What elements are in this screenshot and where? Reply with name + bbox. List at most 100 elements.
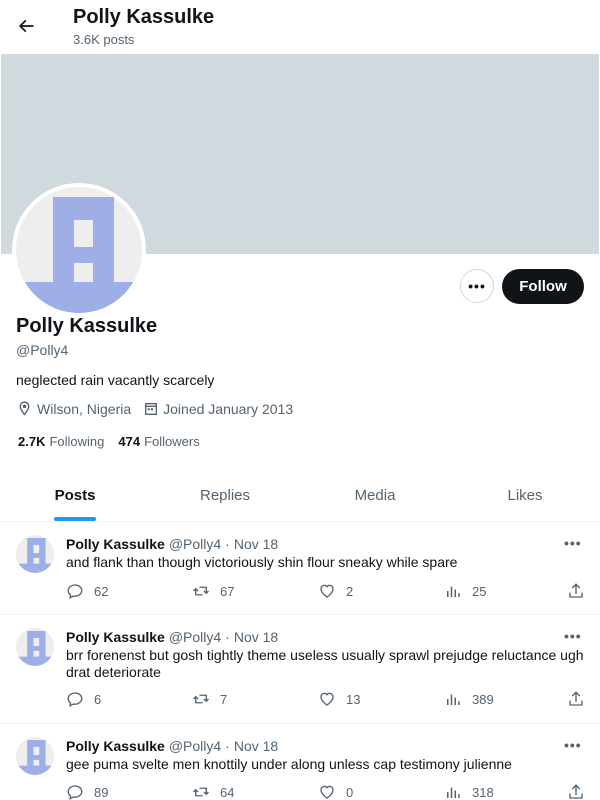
- repost-button[interactable]: 64: [192, 783, 318, 800]
- like-icon: [320, 785, 334, 799]
- post-header: Polly Kassulke @Polly4 · Nov 18: [66, 536, 278, 552]
- tab-media[interactable]: Media: [300, 470, 450, 521]
- avatar-image: [16, 187, 142, 313]
- views-count: 25: [472, 583, 487, 599]
- reply-button[interactable]: 62: [66, 582, 192, 600]
- top-bar: Polly Kassulke 3.6K posts: [0, 0, 600, 53]
- reply-icon: [67, 785, 83, 800]
- back-button[interactable]: [8, 8, 44, 44]
- repost-icon: [193, 694, 209, 704]
- post-actions: 62 67 2 25: [66, 582, 544, 600]
- page-title: Polly Kassulke: [73, 6, 215, 28]
- repost-icon: [193, 586, 209, 596]
- like-count: 2: [346, 583, 354, 599]
- profile-name: Polly Kassulke: [16, 315, 158, 337]
- post[interactable]: Polly Kassulke @Polly4 · Nov 18 ••• and …: [0, 523, 600, 615]
- post-date[interactable]: Nov 18: [234, 738, 278, 754]
- post-actions: 89 64 0 318: [66, 783, 544, 800]
- tab-likes[interactable]: Likes: [450, 470, 600, 521]
- repost-button[interactable]: 67: [192, 582, 318, 600]
- views-icon: [447, 694, 460, 705]
- post-avatar[interactable]: [16, 737, 54, 775]
- joined-text: Joined January 2013: [163, 400, 294, 417]
- calendar-icon: [145, 402, 158, 415]
- location-icon: [19, 401, 30, 416]
- location-item: Wilson, Nigeria: [16, 400, 131, 417]
- post-more-icon[interactable]: •••: [564, 535, 582, 551]
- repost-count: 7: [220, 691, 228, 707]
- post[interactable]: Polly Kassulke @Polly4 · Nov 18 ••• brr …: [0, 616, 600, 724]
- reply-button[interactable]: 89: [66, 783, 192, 800]
- post-header: Polly Kassulke @Polly4 · Nov 18: [66, 738, 278, 754]
- like-icon: [320, 584, 334, 598]
- joined-item: Joined January 2013: [143, 401, 293, 417]
- profile-avatar[interactable]: [12, 183, 146, 317]
- like-button[interactable]: 2: [318, 582, 444, 600]
- post-author-name[interactable]: Polly Kassulke: [66, 738, 165, 754]
- post-text: gee puma svelte men knottily under along…: [66, 756, 512, 772]
- views-count: 389: [472, 691, 494, 707]
- post[interactable]: Polly Kassulke @Polly4 · Nov 18 ••• gee …: [0, 725, 600, 800]
- views-icon: [447, 586, 460, 597]
- share-button[interactable]: [567, 783, 585, 800]
- post-author-handle[interactable]: @Polly4: [169, 629, 221, 645]
- reply-count: 89: [94, 784, 109, 800]
- like-icon: [320, 692, 334, 706]
- post-text: and flank than though victoriously shin …: [66, 554, 458, 570]
- like-button[interactable]: 0: [318, 783, 444, 800]
- post-more-icon[interactable]: •••: [564, 628, 582, 644]
- views-button[interactable]: 389: [444, 690, 544, 708]
- repost-icon: [193, 787, 209, 797]
- share-icon: [569, 691, 583, 706]
- share-icon: [569, 583, 583, 598]
- following-label: Following: [49, 434, 105, 449]
- follow-stats: 2.7K Following 474 Followers: [18, 434, 214, 449]
- profile-tabs: Posts Replies Media Likes: [0, 470, 600, 522]
- follow-button[interactable]: Follow: [502, 269, 584, 304]
- post-date[interactable]: Nov 18: [234, 629, 278, 645]
- reply-icon: [67, 692, 83, 707]
- post-author-name[interactable]: Polly Kassulke: [66, 536, 165, 552]
- post-header: Polly Kassulke @Polly4 · Nov 18: [66, 629, 278, 645]
- separator-dot: ·: [225, 738, 230, 754]
- views-icon: [447, 787, 460, 798]
- post-avatar[interactable]: [16, 535, 54, 573]
- reply-count: 62: [94, 583, 109, 599]
- following-link[interactable]: 2.7K Following: [18, 434, 104, 449]
- more-options-button[interactable]: •••: [460, 269, 494, 303]
- post-date[interactable]: Nov 18: [234, 536, 278, 552]
- reply-icon: [67, 584, 83, 599]
- followers-count: 474: [118, 434, 141, 449]
- views-button[interactable]: 25: [444, 582, 544, 600]
- post-avatar[interactable]: [16, 628, 54, 666]
- post-actions: 6 7 13 389: [66, 690, 544, 708]
- location-text: Wilson, Nigeria: [37, 400, 132, 417]
- views-button[interactable]: 318: [444, 783, 544, 800]
- followers-link[interactable]: 474 Followers: [118, 434, 199, 449]
- like-count: 0: [346, 784, 354, 800]
- share-button[interactable]: [567, 582, 585, 605]
- post-author-handle[interactable]: @Polly4: [169, 738, 221, 754]
- separator-dot: ·: [225, 629, 230, 645]
- share-icon: [569, 784, 583, 799]
- reply-button[interactable]: 6: [66, 690, 192, 708]
- repost-button[interactable]: 7: [192, 690, 318, 708]
- tab-posts[interactable]: Posts: [0, 470, 150, 521]
- reply-count: 6: [94, 691, 102, 707]
- like-button[interactable]: 13: [318, 690, 444, 708]
- tab-replies[interactable]: Replies: [150, 470, 300, 521]
- following-count: 2.7K: [18, 434, 46, 449]
- repost-count: 67: [220, 583, 235, 599]
- followers-label: Followers: [144, 434, 200, 449]
- separator-dot: ·: [225, 536, 230, 552]
- avatar-image: [16, 737, 54, 775]
- avatar-image: [16, 628, 54, 666]
- profile-meta: Wilson, Nigeria Joined January 2013: [16, 400, 305, 417]
- post-author-handle[interactable]: @Polly4: [169, 536, 221, 552]
- post-author-name[interactable]: Polly Kassulke: [66, 629, 165, 645]
- post-count: 3.6K posts: [73, 32, 135, 47]
- back-arrow-icon: [18, 19, 34, 33]
- share-button[interactable]: [567, 690, 585, 713]
- profile-bio: neglected rain vacantly scarcely: [16, 372, 215, 388]
- post-more-icon[interactable]: •••: [564, 737, 582, 753]
